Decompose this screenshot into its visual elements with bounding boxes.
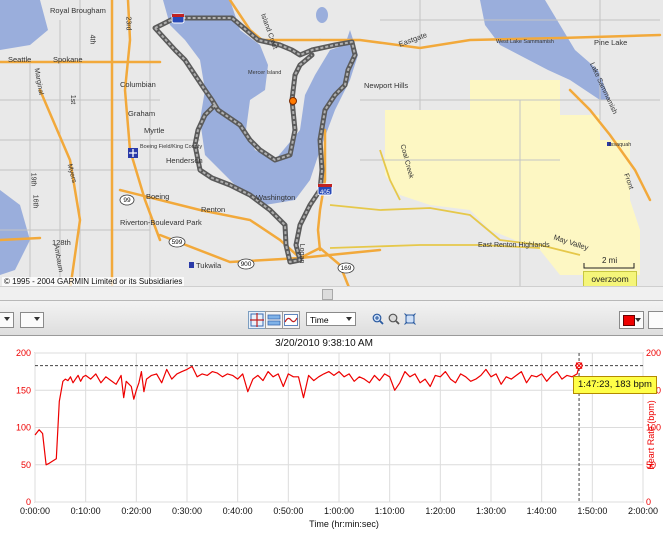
y-tick-label: 100 [16,423,31,433]
map-label: Henderson [166,156,203,165]
x-tick-label: 0:10:00 [71,506,101,516]
map-label: Issaquah [609,142,632,148]
chart-canvas[interactable]: 3/20/2010 9:38:10 AM 050100150200 050100… [0,335,663,529]
map-copyright: © 1995 - 2004 GARMIN Limited or its Subs… [2,277,185,286]
map-canvas[interactable]: 405 99 599 900 169 [0,0,663,300]
zoom-out-icon[interactable] [388,313,400,325]
map-label: West Lake Sammamish [496,39,554,45]
x-tick-label: 0:20:00 [121,506,151,516]
route-sign-icon: 599 [168,236,186,248]
zoom-in-icon[interactable] [372,313,384,325]
map-label: 1st [69,94,77,105]
map-label: 4th [88,34,96,45]
map-label: Newport Hills [364,81,409,90]
y-tick-label: 200 [16,348,31,358]
y-tick-label: 50 [21,460,31,470]
map-label: Boeing [146,192,170,201]
interstate-shield-icon: 405 [317,183,333,196]
svg-text:900: 900 [241,261,252,268]
map-view[interactable]: 405 99 599 900 169 Royal Brougham Seattl… [0,0,663,300]
svg-text:599: 599 [172,239,183,246]
overzoom-badge: overzoom [583,271,637,287]
chevron-down-icon [34,317,40,321]
x-tick-label: 1:40:00 [527,506,557,516]
crosshair-icon [250,313,264,327]
line-color-picker[interactable] [619,311,644,329]
svg-text:99: 99 [123,197,131,204]
airport-icon [128,148,138,158]
x-tick-label: 1:30:00 [476,506,506,516]
zoom-to-fit-icon[interactable] [404,313,416,325]
x-axis-mode-value: Time [310,315,329,325]
chart-title: 3/20/2010 9:38:10 AM [275,338,373,349]
x-tick-label: 1:20:00 [425,506,455,516]
map-label: Washington [256,193,296,202]
position-marker [289,97,297,105]
route-sign-icon: 99 [119,194,135,206]
x-tick-label: 1:50:00 [577,506,607,516]
map-label: Boeing Field/King County [140,144,203,150]
map-label: Columbian [120,80,156,89]
x-tick-label: 0:30:00 [172,506,202,516]
map-label: Royal Brougham [50,6,106,15]
split-view-button[interactable] [265,311,283,329]
map-horizontal-scrollbar[interactable] [0,286,663,300]
line-graph-icon [284,314,298,326]
heart-rate-chart[interactable]: 3/20/2010 9:38:10 AM 0 50 100 150 200 0 50 100… [0,335,663,529]
color-swatch [623,315,635,326]
map-label: East Renton Highlands [478,242,550,249]
map-scroll-thumb[interactable] [322,289,333,300]
chevron-down-icon [635,318,641,322]
graph-view-button[interactable] [282,311,300,329]
series-dropdown-button[interactable] [20,312,44,328]
left-dropdown-button[interactable] [0,312,14,328]
route-sign-icon: 169 [337,262,355,274]
map-label: Tukwila [196,261,222,270]
map-label: Seattle [8,55,32,64]
x-axis-mode-select[interactable]: Time [306,312,356,326]
left-y-axis: 050100150200 [16,348,31,507]
y-axis-label: Heart Rate (bpm) [646,400,656,470]
chevron-down-icon [4,317,10,321]
map-label: 19th [29,172,37,187]
map-label: Graham [128,109,156,118]
map-label: Pine Lake [594,38,628,47]
map-label: Spokane [53,55,83,64]
map-label: Myrtle [144,126,165,135]
x-tick-label: 1:00:00 [324,506,354,516]
map-label: 128th [52,238,71,247]
x-tick-label: 2:00:00 [628,506,658,516]
map-label: Renton [201,205,226,214]
svg-text:405: 405 [320,190,331,196]
x-tick-label: 0:00:00 [20,506,50,516]
map-label: Riverton-Boulevard Park [120,218,202,227]
y-tick-label: 200 [646,348,661,358]
split-panels-icon [267,314,281,326]
svg-text:169: 169 [341,265,352,272]
x-axis: 0:00:00 0:10:00 0:20:00 0:30:00 0:40:00 0:50:… [20,506,658,516]
scale-label: 2 mi [602,256,618,265]
chevron-down-icon [346,317,352,321]
x-tick-label: 0:50:00 [273,506,303,516]
y-tick-label: 150 [16,385,31,395]
interstate-shield-icon [171,13,185,24]
hover-tooltip: 1:47:23, 183 bpm [573,376,657,394]
x-axis-label: Time (hr:min:sec) [309,519,379,529]
chart-toolbar: Time [0,300,663,336]
route-sign-icon: 900 [237,258,255,270]
map-label: 16th [31,194,39,209]
map-label: Logan [298,243,306,264]
map-label: 23rd [124,16,132,31]
x-tick-label: 1:10:00 [375,506,405,516]
x-tick-label: 0:40:00 [223,506,253,516]
crosshair-mode-button[interactable] [248,311,266,329]
map-label: Mercer Island [248,70,282,76]
toolbar-overflow-button[interactable] [648,311,663,329]
